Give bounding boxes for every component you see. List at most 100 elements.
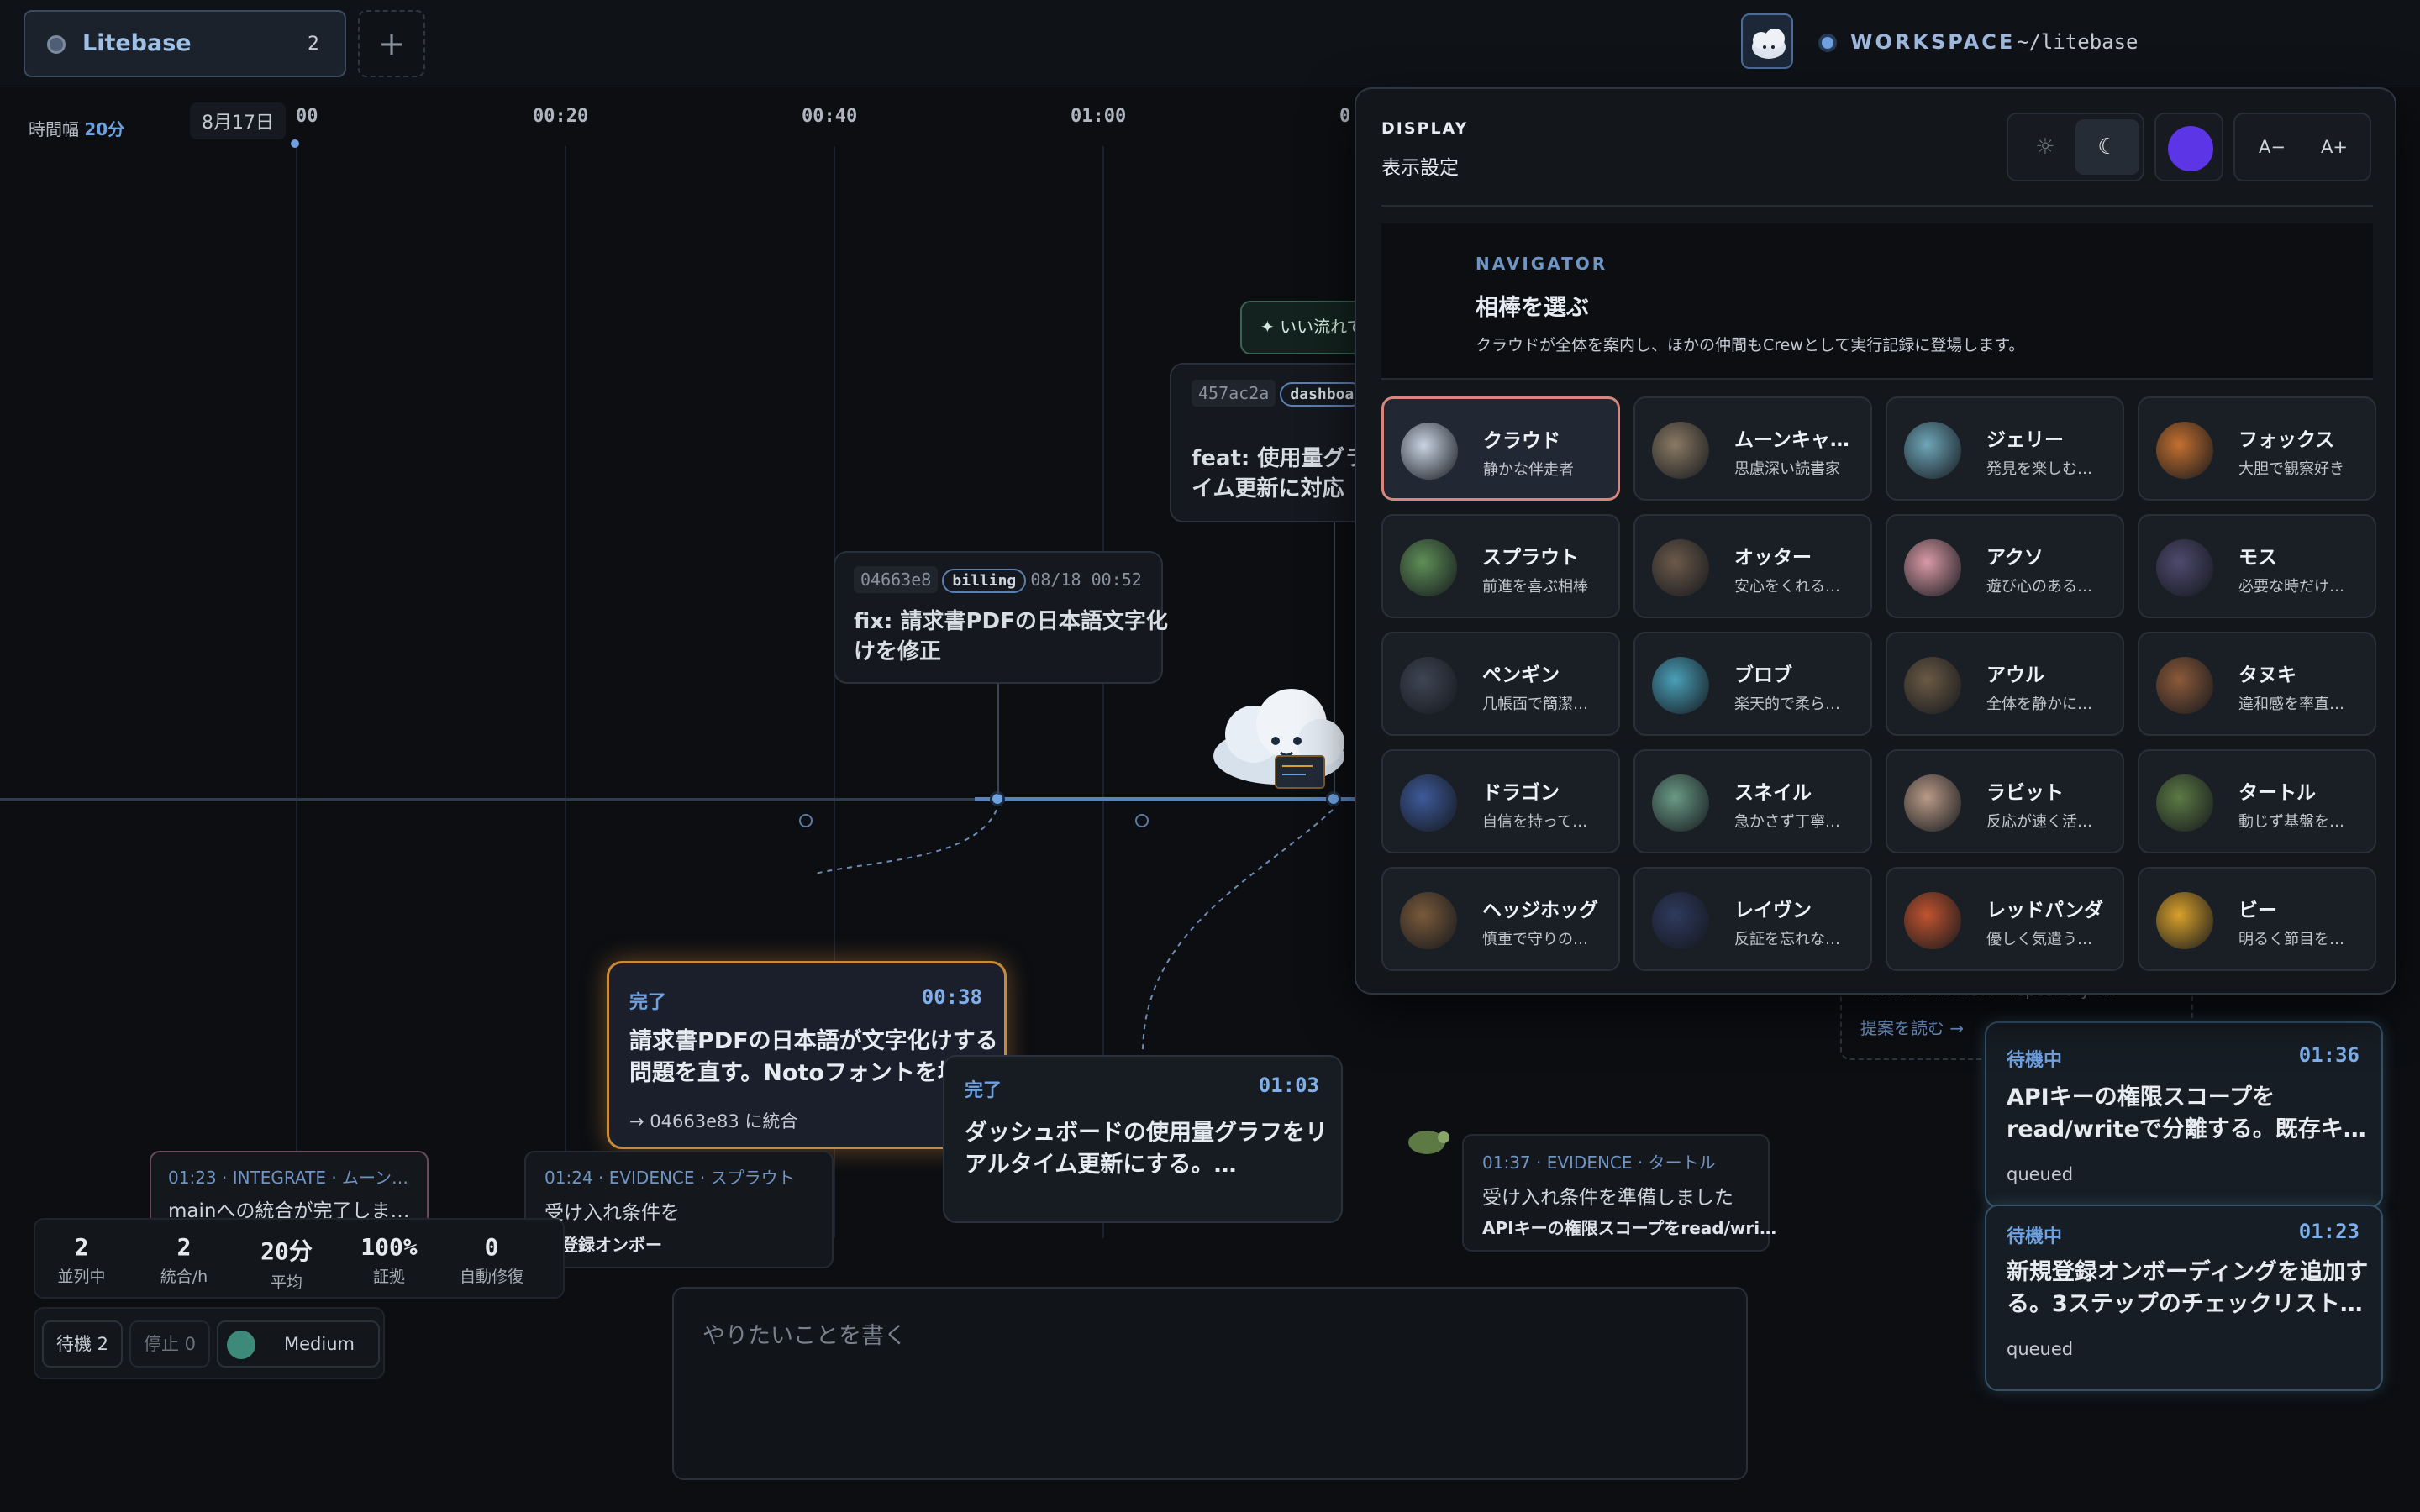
- character-name: アクソ: [1986, 547, 2044, 569]
- workspace-avatar[interactable]: [1741, 13, 1793, 69]
- navigator-option[interactable]: タートル動じず基盤を…: [2138, 749, 2376, 853]
- stat-evidence: 100% 証拠: [360, 1233, 418, 1286]
- navigator-option[interactable]: フォックス大胆で観察好き: [2138, 396, 2376, 501]
- font-size-control: A− A+: [2233, 113, 2371, 181]
- navigator-option[interactable]: ブロブ 楽天的で柔ら…: [1634, 632, 1872, 736]
- merge-reference[interactable]: → 04663e83 に統合: [629, 1108, 797, 1133]
- tab-litebase[interactable]: Litebase 2: [24, 10, 346, 77]
- model-selector[interactable]: Medium: [217, 1320, 380, 1368]
- event-card[interactable]: 01:37 · EVIDENCE · タートル 受け入れ条件を準備しました AP…: [1462, 1134, 1776, 1252]
- dark-mode-icon[interactable]: ☾: [2075, 119, 2139, 175]
- queued-task-card[interactable]: 待機中 01:36 APIキーの権限スコープを read/writeで分離する。…: [1985, 1021, 2383, 1208]
- stat-average: 20分 平均: [260, 1237, 313, 1292]
- character-description: 安心をくれる…: [1734, 578, 1840, 596]
- character-description: 楽天的で柔ら…: [1734, 696, 1840, 713]
- task-description: アルタイム更新にする。…: [965, 1152, 1237, 1178]
- character-description: 慎重で守りの…: [1482, 931, 1588, 948]
- commit-date: 08/18 00:52: [1030, 570, 1142, 590]
- add-tab-button[interactable]: +: [358, 10, 425, 77]
- task-time: 00:38: [921, 985, 982, 1009]
- composer-placeholder: やりたいことを書く: [702, 1323, 907, 1349]
- task-time: 01:36: [2298, 1043, 2360, 1067]
- character-description: 発見を楽しむ…: [1986, 460, 2092, 478]
- character-description: 大胆で観察好き: [2238, 460, 2344, 478]
- event-card[interactable]: 01:24 · EVIDENCE · スプラウト 受け入れ条件を 規登録オンボー: [524, 1151, 834, 1268]
- character-name: レイヴン: [1734, 900, 1812, 921]
- font-decrease-button[interactable]: A−: [2240, 119, 2304, 175]
- navigator-option[interactable]: タヌキ 違和感を率直…: [2138, 632, 2376, 736]
- character-avatar-icon: [1400, 774, 1457, 832]
- stat-auto-repair: 0 自動修復: [459, 1233, 523, 1286]
- navigator-option[interactable]: ラビット反応が速く活…: [1886, 749, 2124, 853]
- top-bar: Litebase 2 + WORKSPACE ~/litebase: [0, 0, 2420, 87]
- task-card-done[interactable]: 完了 01:03 ダッシュボードの使用量グラフをリ アルタイム更新にする。…: [943, 1055, 1343, 1223]
- character-name: ペンギン: [1482, 664, 1560, 686]
- queued-filter-button[interactable]: 待機 2: [42, 1320, 123, 1368]
- accent-color-swatch: [2168, 126, 2213, 171]
- character-name: ラビット: [1986, 782, 2064, 804]
- event-card[interactable]: 01:23 · INTEGRATE · ムーン… mainへの統合が完了しま…: [150, 1151, 429, 1226]
- character-avatar-icon: [1652, 657, 1709, 714]
- navigator-option[interactable]: スネイル 急かさず丁寧…: [1634, 749, 1872, 853]
- panel-title: 表示設定: [1381, 157, 1459, 179]
- character-description: 全体を静かに…: [1986, 696, 2092, 713]
- character-name: ビー: [2238, 900, 2277, 921]
- task-description: read/writeで分離する。既存キ…: [2007, 1116, 2366, 1142]
- tab-count-badge: 2: [308, 34, 319, 55]
- navigator-option[interactable]: ペンギン 几帳面で簡潔…: [1381, 632, 1620, 736]
- character-name: スネイル: [1734, 782, 1812, 804]
- event-message: 受け入れ条件を準備しました: [1482, 1187, 1733, 1209]
- character-name: ジェリー: [1986, 429, 2064, 451]
- divider: [1381, 205, 2373, 207]
- navigator-option[interactable]: スプラウト 前進を喜ぶ相棒: [1381, 514, 1620, 618]
- character-description: 動じず基盤を…: [2238, 813, 2344, 831]
- character-name: フォックス: [2238, 429, 2335, 451]
- stat-integrations-per-hour: 2 統合/h: [160, 1233, 208, 1286]
- light-mode-icon[interactable]: ☼: [2013, 119, 2077, 175]
- read-proposal-link[interactable]: 提案を読む →: [1860, 1015, 1964, 1039]
- cloud-mascot-icon: [1752, 29, 1786, 59]
- navigator-option[interactable]: クラウド 静かな伴走者: [1381, 396, 1620, 501]
- character-avatar-icon: [1904, 657, 1961, 714]
- font-increase-button[interactable]: A+: [2302, 119, 2366, 175]
- tab-label: Litebase: [82, 30, 192, 56]
- navigator-option[interactable]: アウル 全体を静かに…: [1886, 632, 2124, 736]
- character-name: スプラウト: [1482, 547, 1579, 569]
- commit-hash: 457ac2a: [1192, 380, 1276, 407]
- stopped-filter-button[interactable]: 停止 0: [129, 1320, 210, 1368]
- stat-parallel: 2 並列中: [57, 1233, 106, 1286]
- queued-task-card[interactable]: 待機中 01:23 新規登録オンボーディングを追加す る。3ステップのチェックリ…: [1985, 1205, 2383, 1391]
- commit-message: fix: 請求書PDFの日本語文字化: [854, 609, 1168, 634]
- event-message: 受け入れ条件を: [544, 1202, 680, 1224]
- navigator-option[interactable]: アクソ 遊び心のある…: [1886, 514, 2124, 618]
- navigator-option[interactable]: ヘッジホッグ 慎重で守りの…: [1381, 867, 1620, 971]
- accent-color-picker[interactable]: [2154, 113, 2223, 181]
- character-name: ムーンキャ…: [1734, 429, 1849, 451]
- navigator-option[interactable]: ジェリー発見を楽しむ…: [1886, 396, 2124, 501]
- event-header: 01:24 · EVIDENCE · スプラウト: [544, 1168, 795, 1188]
- character-avatar-icon: [1904, 774, 1961, 832]
- globe-icon: [227, 1331, 255, 1359]
- navigator-option[interactable]: レイヴン 反証を忘れな…: [1634, 867, 1872, 971]
- run-controls: 待機 2 停止 0 Medium: [34, 1307, 385, 1379]
- character-name: タートル: [2238, 782, 2316, 804]
- commit-message: けを修正: [854, 639, 942, 664]
- task-time: 01:03: [1258, 1074, 1319, 1097]
- character-avatar-icon: [1400, 657, 1457, 714]
- character-description: 反応が速く活…: [1986, 813, 2092, 831]
- character-name: モス: [2238, 547, 2277, 569]
- navigator-option[interactable]: レッドパンダ 優しく気遣う…: [1886, 867, 2124, 971]
- navigator-option[interactable]: ビー 明るく節目を…: [2138, 867, 2376, 971]
- navigator-option[interactable]: オッター 安心をくれる…: [1634, 514, 1872, 618]
- character-description: 優しく気遣う…: [1986, 931, 2092, 948]
- task-composer[interactable]: やりたいことを書く: [672, 1287, 1748, 1480]
- commit-hash: 04663e8: [854, 566, 939, 593]
- task-description: 請求書PDFの日本語が文字化けする: [629, 1028, 998, 1054]
- navigator-option[interactable]: ムーンキャ… 思慮深い読書家: [1634, 396, 1872, 501]
- display-settings-panel: DISPLAY 表示設定 ☼ ☾ A− A+ NAVIGATOR 相棒を選ぶ ク…: [1355, 87, 2396, 995]
- model-label: Medium: [284, 1334, 355, 1354]
- commit-card[interactable]: 04663e8 billing 08/18 00:52 fix: 請求書PDFの…: [834, 551, 1168, 684]
- navigator-option[interactable]: モス 必要な時だけ…: [2138, 514, 2376, 618]
- task-status: 完了: [629, 992, 667, 1013]
- navigator-option[interactable]: ドラゴン 自信を持って…: [1381, 749, 1620, 853]
